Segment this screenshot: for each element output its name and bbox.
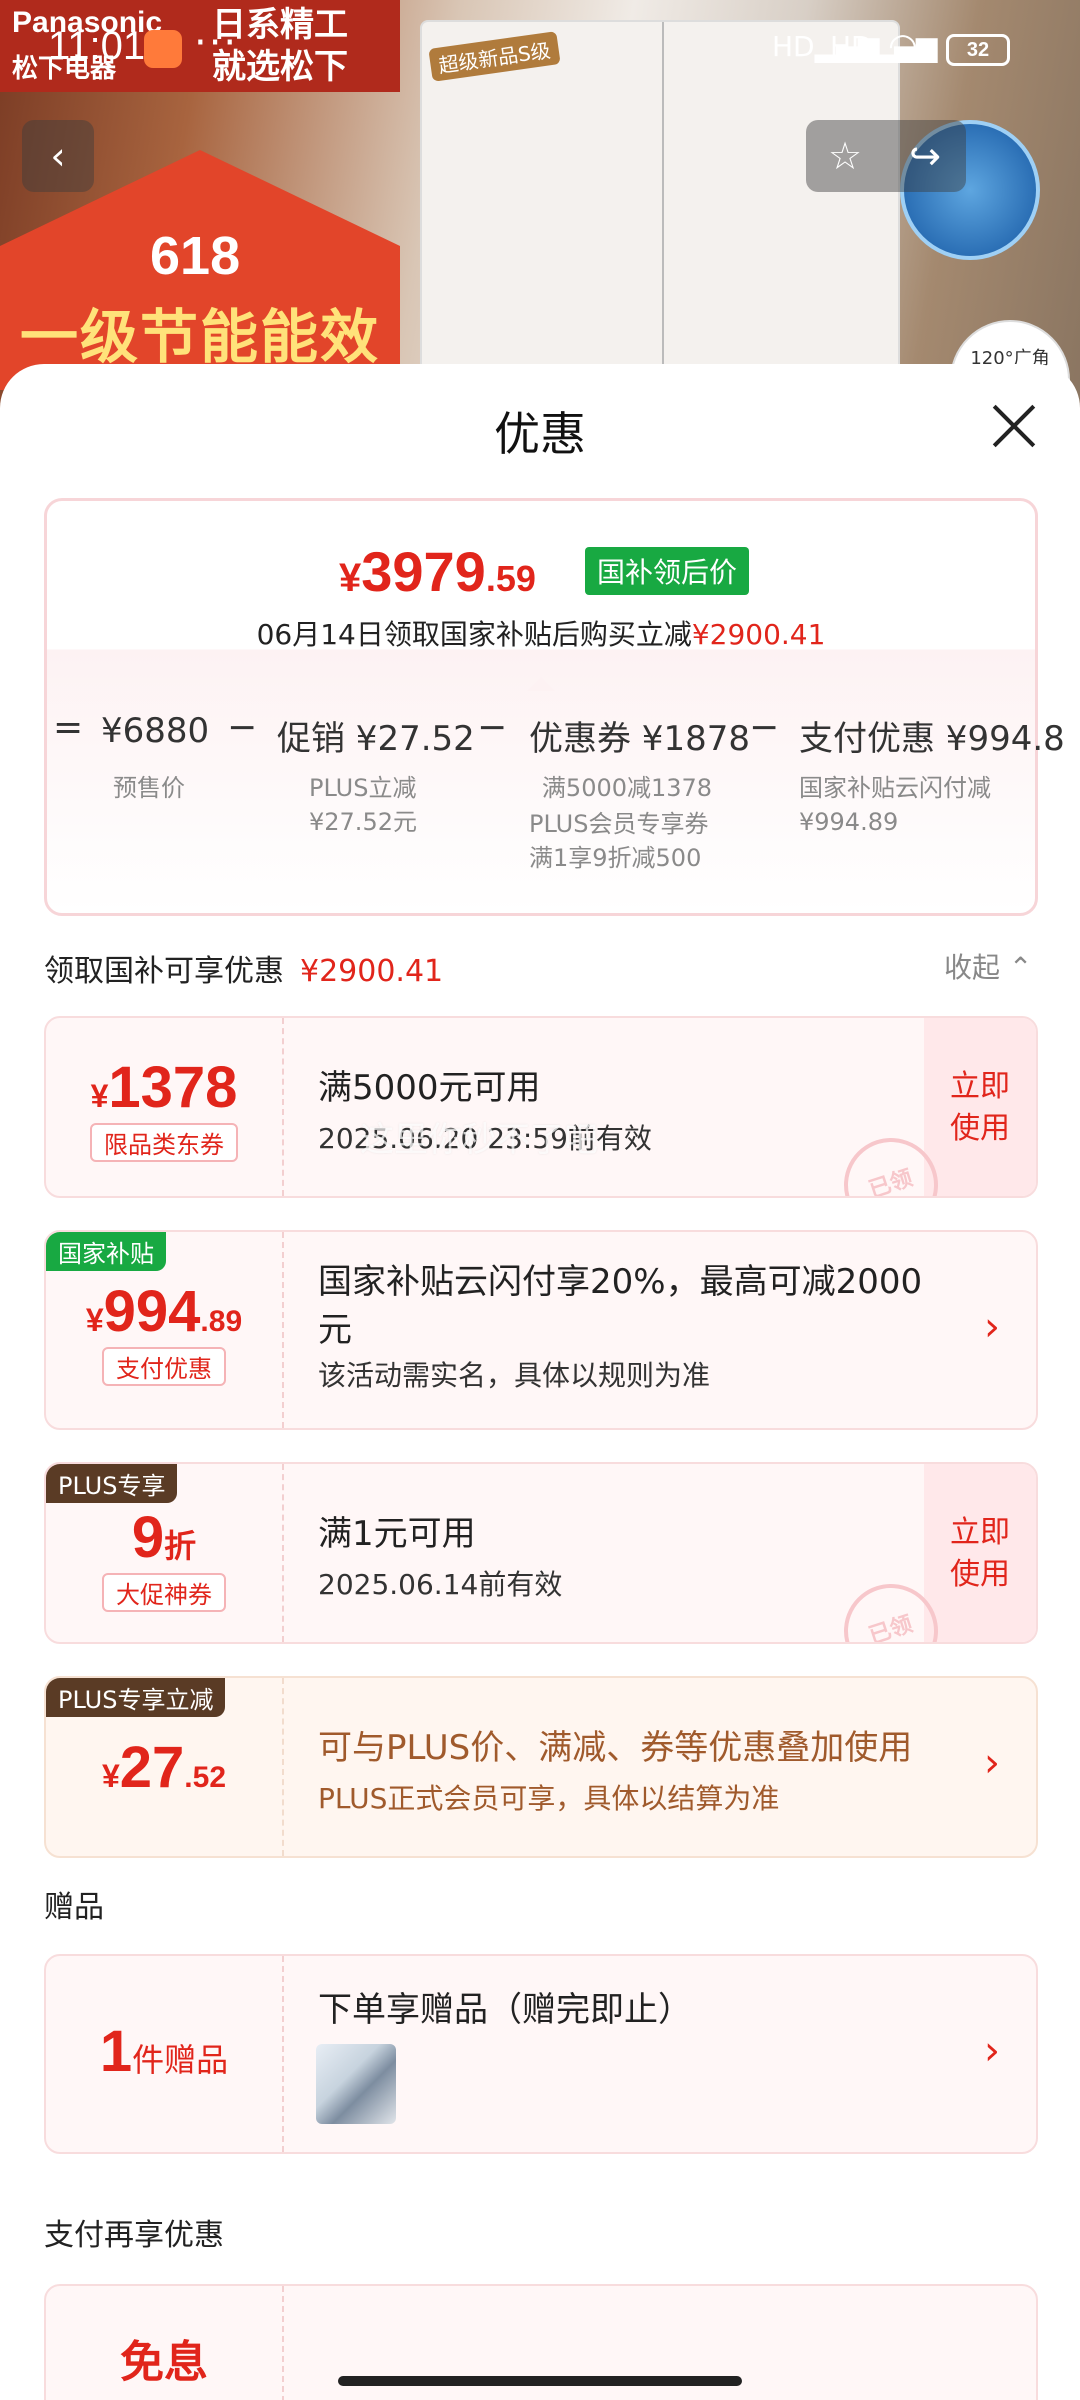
coupon-card-plus[interactable]: PLUS专享 9折 大促神券 满1元可用 2025.06.14前有效 立即使用 …: [44, 1462, 1038, 1644]
price-tag: 国补领后价: [585, 547, 750, 595]
calc-note: PLUS会员专享券 满1享9折减500: [529, 810, 709, 872]
calc-note: 国家补贴云闪付减 ¥994.89: [799, 774, 991, 836]
gift-thumbnail[interactable]: [316, 2044, 396, 2124]
battery-icon: 32: [946, 34, 1010, 66]
coupon-card-subsidy[interactable]: 国家补贴 ¥994.89 支付优惠 国家补贴云闪付享20%，最高可减2000元 …: [44, 1230, 1038, 1430]
calc-value-promo: 促销 ¥27.52: [277, 719, 475, 759]
coupon-value: ¥994.89 支付优惠: [46, 1232, 284, 1428]
wifi-icon: ◠: [888, 26, 918, 66]
calc-op: −: [749, 707, 780, 748]
calc-value-payment: 支付优惠 ¥994.8: [799, 719, 1065, 759]
promo-line: 一级节能能效: [20, 303, 381, 371]
calc-op: =: [53, 707, 84, 748]
discount-sheet: 优惠 ¥3979.59 国补领后价 06月14日领取国家补贴后购买立减¥2900…: [0, 364, 1080, 2400]
price-subtitle: 06月14日领取国家补贴后购买立减¥2900.41: [256, 618, 826, 651]
app-notification-icon: [144, 30, 182, 68]
chevron-right-icon: ›: [984, 2028, 1000, 2074]
calc-note: PLUS立减 ¥27.52元: [309, 774, 417, 836]
calc-value-presale: ¥6880: [101, 711, 210, 751]
coupon-condition: 国家补贴云闪付享20%，最高可减2000元: [318, 1262, 923, 1350]
calc-note: 预售价: [113, 774, 185, 802]
coupon-rule: PLUS正式会员可享，具体以结算为准: [318, 1782, 780, 1815]
chevron-right-icon: ›: [984, 1304, 1000, 1350]
coupon-type: 大促神券: [102, 1573, 226, 1612]
coupon-card-plus-discount[interactable]: PLUS专享立减 ¥27.52 可与PLUS价、满减、券等优惠叠加使用 PLUS…: [44, 1676, 1038, 1858]
gift-count: 1件赠品: [46, 1956, 284, 2152]
promo-618: 618: [150, 226, 241, 286]
home-indicator[interactable]: [338, 2376, 742, 2386]
calc-op: −: [227, 707, 258, 748]
coupon-rule: 该活动需实名，具体以规则为准: [318, 1359, 711, 1392]
subsidy-section-label: 领取国补可享优惠 ¥2900.41: [44, 954, 444, 989]
watermark-text: 这里你秒不了吧: [360, 1120, 598, 1160]
sheet-title: 优惠: [494, 407, 586, 461]
close-icon[interactable]: [990, 402, 1038, 450]
favorite-button[interactable]: ☆: [806, 120, 884, 192]
coupon-type: 限品类东券: [90, 1123, 238, 1162]
back-button[interactable]: ‹: [22, 120, 94, 192]
gift-card[interactable]: 1件赠品 下单享赠品（赠完即止） ›: [44, 1954, 1038, 2154]
more-notifications-icon: ···: [194, 20, 239, 66]
coupon-value: ¥27.52: [46, 1678, 284, 1856]
status-bar: 11:01 ··· HD▂▄▆ HD▂▄▆ ◠ 32: [0, 0, 1080, 92]
coupon-value: ¥1378 限品类东券: [46, 1018, 284, 1196]
signal-icon-2: HD▂▄▆: [830, 30, 938, 63]
status-time: 11:01: [48, 24, 146, 68]
pay-card-label: 免息: [120, 2338, 208, 2387]
coupon-condition: 满5000元可用: [318, 1068, 541, 1108]
coupon-condition: 满1元可用: [318, 1514, 476, 1554]
gift-description: 下单享赠品（赠完即止）: [318, 1990, 692, 2030]
pointer-notch: [527, 677, 555, 691]
use-now-button[interactable]: 立即使用: [924, 1464, 1036, 1642]
use-now-button[interactable]: 立即使用: [924, 1018, 1036, 1196]
coupon-value: 9折 大促神券: [46, 1464, 284, 1642]
collapse-button[interactable]: 收起 ⌃: [944, 946, 1032, 986]
coupon-condition: 可与PLUS价、满减、券等优惠叠加使用: [318, 1728, 913, 1768]
pay-section-label: 支付再享优惠: [44, 2218, 224, 2253]
coupon-expiry: 2025.06.14前有效: [318, 1568, 563, 1601]
final-price: ¥3979.59: [339, 540, 536, 603]
chevron-right-icon: ›: [984, 1740, 1000, 1786]
calc-op: −: [477, 707, 508, 748]
share-button[interactable]: ↪: [884, 120, 966, 192]
calc-note: 满5000减1378: [541, 774, 713, 802]
gift-section-label: 赠品: [44, 1890, 104, 1925]
coupon-card[interactable]: ¥1378 限品类东券 满5000元可用 2025.06.20 23:59前有效…: [44, 1016, 1038, 1198]
calc-value-coupon: 优惠券 ¥1878: [529, 719, 750, 759]
coupon-type: 支付优惠: [102, 1347, 226, 1386]
chevron-up-icon: ⌃: [1008, 951, 1033, 984]
price-summary: ¥3979.59 国补领后价 06月14日领取国家补贴后购买立减¥2900.41…: [44, 498, 1065, 916]
